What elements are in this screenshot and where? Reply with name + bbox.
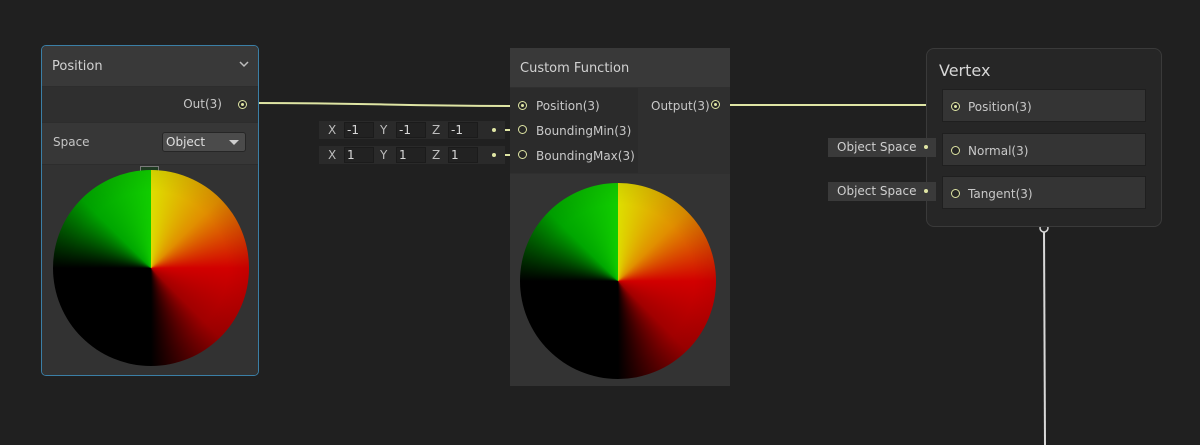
bmin-y-input[interactable]: -1 — [396, 122, 426, 138]
chevron-down-icon[interactable] — [238, 58, 250, 70]
custom-position-label: Position(3) — [536, 99, 600, 113]
vertex-normal-label: Normal(3) — [968, 144, 1029, 158]
space-dropdown-value: Object — [166, 135, 206, 149]
custom-function-node[interactable]: Custom Function Position(3) BoundingMin(… — [510, 48, 730, 386]
bmax-z-label: Z — [432, 148, 441, 162]
custom-function-preview — [510, 174, 730, 386]
custom-output-port[interactable] — [711, 100, 720, 109]
vertex-title: Vertex — [939, 61, 991, 80]
bmax-connector-dot — [492, 153, 496, 157]
bmin-connector-dot — [492, 128, 496, 132]
normal-space-tag[interactable]: Object Space — [828, 138, 936, 157]
bmax-z-input[interactable]: 1 — [448, 147, 478, 163]
bounding-max-field: X 1 Y 1 Z 1 — [319, 146, 505, 164]
vertex-normal-port[interactable] — [951, 146, 960, 155]
custom-function-title: Custom Function — [520, 61, 630, 76]
vertex-tangent-label: Tangent(3) — [968, 187, 1033, 201]
bmax-x-input[interactable]: 1 — [344, 147, 374, 163]
custom-boundingmax-label: BoundingMax(3) — [536, 149, 635, 163]
dropdown-arrow-icon — [229, 140, 239, 145]
tangent-space-text: Object Space — [837, 184, 917, 198]
space-row: Space Object — [42, 123, 258, 164]
tangent-space-tag[interactable]: Object Space — [828, 182, 936, 201]
custom-function-outputs: Output(3) — [639, 88, 730, 173]
vertex-node[interactable]: Vertex Position(3) Normal(3) Tangent(3) — [926, 48, 1162, 227]
custom-boundingmin-label: BoundingMin(3) — [536, 124, 632, 138]
space-dropdown[interactable]: Object — [162, 132, 246, 152]
custom-function-header[interactable]: Custom Function — [510, 48, 730, 87]
bmin-z-input[interactable]: -1 — [448, 122, 478, 138]
vertex-tangent-port[interactable] — [951, 189, 960, 198]
normal-space-text: Object Space — [837, 140, 917, 154]
custom-output-label: Output(3) — [651, 99, 710, 113]
vertex-position-port[interactable] — [951, 102, 960, 111]
bmin-x-label: X — [328, 123, 337, 137]
position-out-port[interactable] — [238, 100, 247, 109]
vertex-normal-slot[interactable]: Normal(3) — [942, 133, 1146, 166]
bounding-min-field: X -1 Y -1 Z -1 — [319, 121, 505, 139]
custom-boundingmin-port[interactable] — [518, 125, 527, 134]
position-node-header[interactable]: Position — [42, 46, 258, 86]
custom-function-inputs: Position(3) BoundingMin(3) BoundingMax(3… — [510, 88, 638, 173]
position-node-title: Position — [52, 59, 103, 74]
bmin-y-label: Y — [380, 123, 388, 137]
bmax-y-label: Y — [380, 148, 388, 162]
position-output-row: Out(3) — [42, 87, 258, 122]
bmin-z-label: Z — [432, 123, 441, 137]
custom-preview-sphere — [520, 183, 716, 379]
wire-vertex-down — [1043, 228, 1046, 445]
position-output-label: Out(3) — [183, 97, 222, 111]
preview-sphere — [53, 170, 249, 366]
tangent-connector-dot — [924, 189, 928, 193]
wire-position-to-custom — [247, 102, 523, 107]
vertex-position-slot[interactable]: Position(3) — [942, 89, 1146, 122]
bmax-y-input[interactable]: 1 — [396, 147, 426, 163]
space-label: Space — [53, 135, 90, 149]
vertex-position-label: Position(3) — [968, 100, 1032, 114]
custom-boundingmax-port[interactable] — [518, 150, 527, 159]
position-node[interactable]: Position Out(3) Space Object — [41, 45, 259, 376]
position-preview — [42, 165, 258, 375]
vertex-tangent-slot[interactable]: Tangent(3) — [942, 176, 1146, 209]
custom-position-port[interactable] — [518, 101, 527, 110]
bmax-x-label: X — [328, 148, 337, 162]
normal-connector-dot — [924, 145, 928, 149]
bmin-x-input[interactable]: -1 — [344, 122, 374, 138]
